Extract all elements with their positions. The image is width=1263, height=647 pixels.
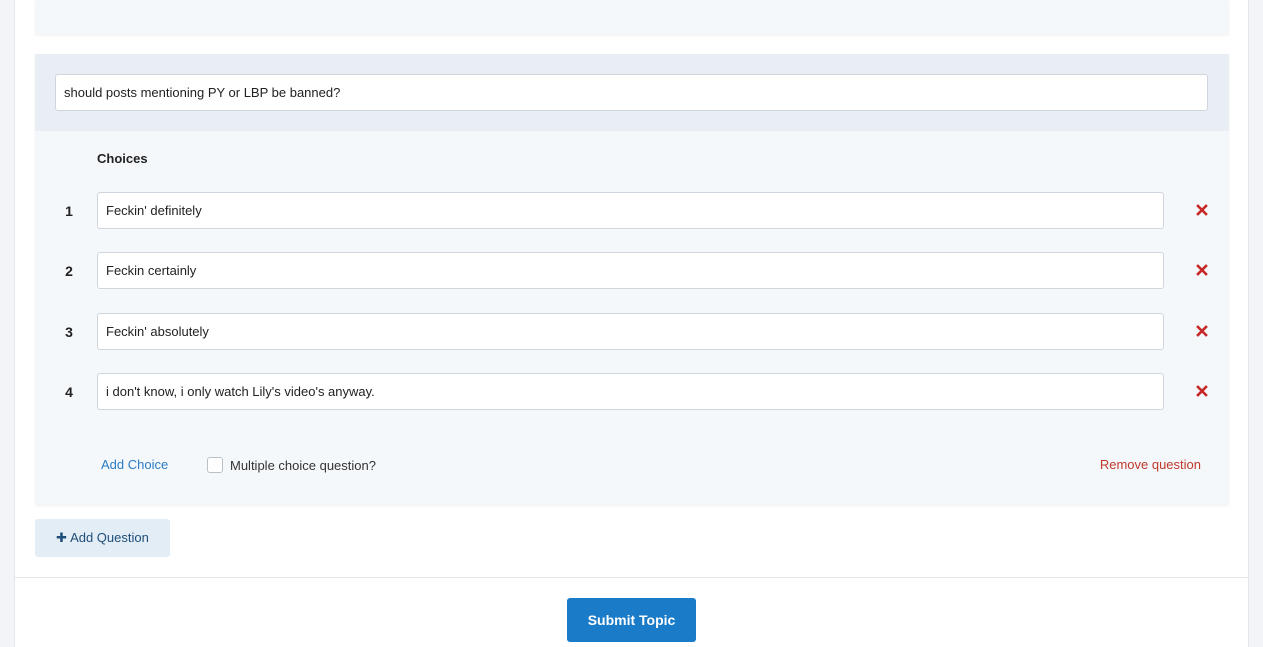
close-icon: [1196, 325, 1208, 337]
remove-choice-button[interactable]: [1194, 383, 1210, 399]
add-question-label: Add Question: [70, 530, 149, 545]
choice-input-3[interactable]: [97, 313, 1164, 350]
question-footer: Add Choice Multiple choice question? Rem…: [35, 452, 1229, 480]
remove-choice-button[interactable]: [1194, 202, 1210, 218]
remove-choice-button[interactable]: [1194, 323, 1210, 339]
choice-number: 2: [65, 263, 73, 279]
add-question-button[interactable]: ✚ Add Question: [35, 519, 170, 557]
divider: [15, 577, 1248, 578]
add-choice-link[interactable]: Add Choice: [101, 457, 168, 472]
choice-input-2[interactable]: [97, 252, 1164, 289]
multiple-choice-label: Multiple choice question?: [230, 458, 376, 473]
choice-input-1[interactable]: [97, 192, 1164, 229]
question-text-input[interactable]: [55, 74, 1208, 111]
close-icon: [1196, 264, 1208, 276]
choices-heading: Choices: [97, 151, 148, 166]
choice-row-2: 2: [35, 252, 1229, 290]
multiple-choice-checkbox[interactable]: [207, 457, 223, 473]
close-icon: [1196, 204, 1208, 216]
question-header: [35, 54, 1229, 131]
choice-number: 4: [65, 384, 73, 400]
submit-topic-button[interactable]: Submit Topic: [567, 598, 696, 642]
close-icon: [1196, 385, 1208, 397]
previous-question-block: [35, 0, 1229, 34]
choice-number: 3: [65, 324, 73, 340]
remove-question-link[interactable]: Remove question: [1100, 457, 1201, 472]
choice-row-1: 1: [35, 192, 1229, 230]
plus-icon: ✚: [56, 530, 68, 545]
topic-form: Choices 1 2 3: [14, 0, 1249, 647]
remove-choice-button[interactable]: [1194, 262, 1210, 278]
question-block: Choices 1 2 3: [35, 54, 1229, 504]
choice-row-3: 3: [35, 313, 1229, 351]
choice-input-4[interactable]: [97, 373, 1164, 410]
choice-row-4: 4: [35, 373, 1229, 411]
choice-number: 1: [65, 203, 73, 219]
